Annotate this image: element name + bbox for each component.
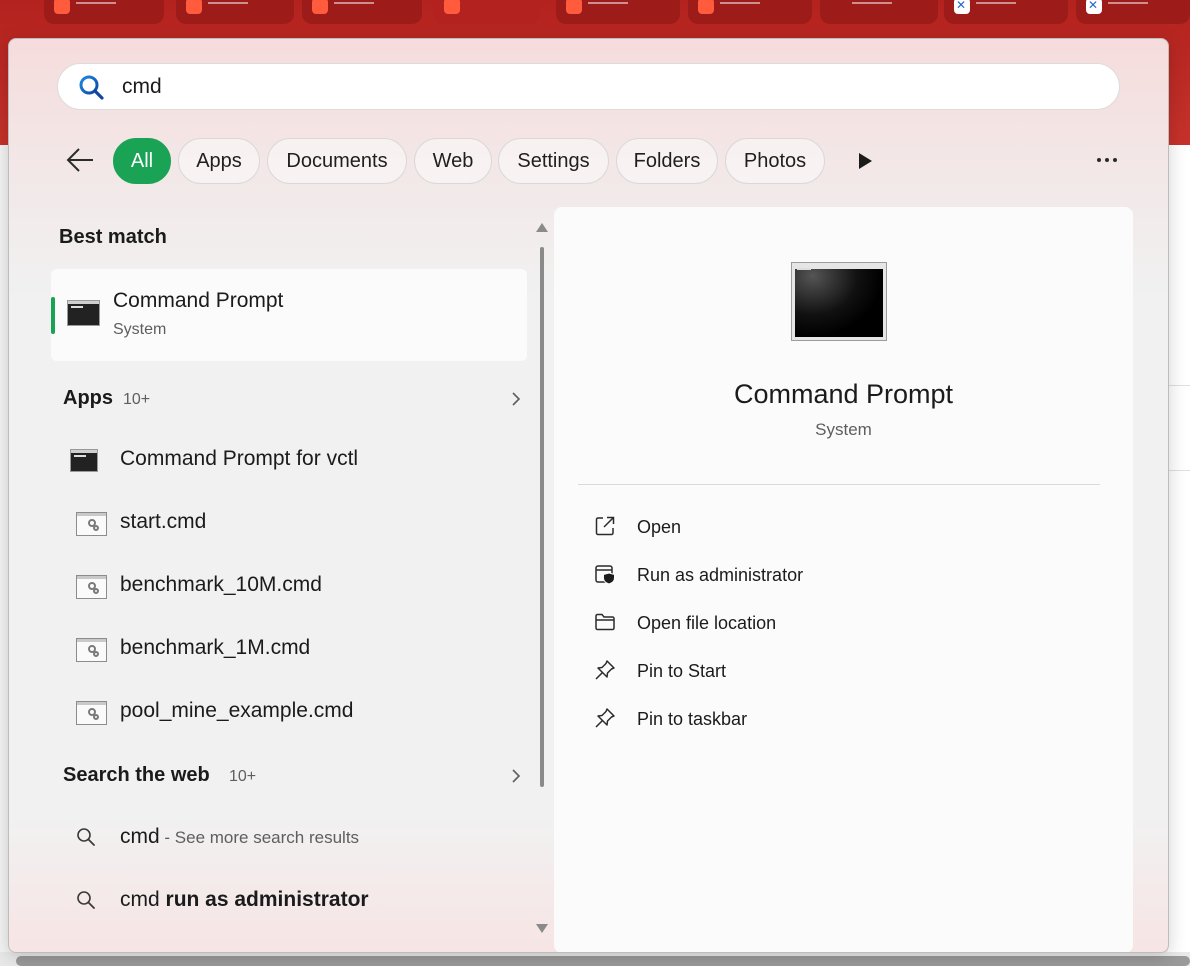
best-match-heading: Best match bbox=[59, 226, 167, 248]
pin-to-taskbar-action[interactable]: Pin to taskbar bbox=[594, 704, 1074, 736]
pin-to-start-action[interactable]: Pin to Start bbox=[594, 656, 1074, 688]
tab-favicon-icon bbox=[698, 0, 714, 14]
batch-file-icon bbox=[76, 575, 107, 599]
chevron-right-icon[interactable] bbox=[511, 768, 521, 784]
scrollbar-thumb[interactable] bbox=[540, 247, 544, 787]
tab-favicon-icon bbox=[186, 0, 202, 14]
search-input[interactable] bbox=[122, 72, 1102, 102]
play-icon[interactable] bbox=[857, 152, 873, 170]
bg-tab bbox=[1076, 0, 1190, 24]
more-icon[interactable] bbox=[1095, 156, 1119, 164]
preview-panel: Command Prompt System Open Run as admini… bbox=[554, 207, 1133, 952]
pin-icon bbox=[595, 708, 615, 728]
divider bbox=[578, 484, 1100, 485]
preview-title: Command Prompt bbox=[733, 379, 954, 409]
background-scrollbar bbox=[0, 952, 1190, 966]
pin-icon bbox=[595, 660, 615, 680]
selection-indicator bbox=[51, 297, 55, 334]
tab-favicon-icon bbox=[954, 0, 970, 14]
web-count: 10+ bbox=[229, 768, 257, 785]
best-match-item[interactable]: Command Prompt System bbox=[51, 269, 527, 361]
preview-subtitle: System bbox=[815, 420, 872, 439]
list-item[interactable]: Command Prompt for vctl bbox=[49, 431, 529, 487]
search-web-heading[interactable]: Search the web bbox=[63, 764, 210, 787]
run-as-admin-action[interactable]: Run as administrator bbox=[594, 560, 1074, 592]
best-match-title: Command Prompt bbox=[113, 289, 284, 312]
bg-tab bbox=[820, 0, 938, 24]
search-box[interactable] bbox=[57, 63, 1120, 110]
bg-tab bbox=[556, 0, 680, 24]
scroll-up-icon[interactable] bbox=[536, 223, 548, 232]
best-match-subtitle: System bbox=[113, 321, 167, 338]
filter-apps[interactable]: Apps bbox=[178, 138, 260, 184]
search-flyout: All Apps Documents Web Settings Folders … bbox=[8, 38, 1169, 953]
scroll-down-icon[interactable] bbox=[536, 924, 548, 933]
batch-file-icon bbox=[76, 701, 107, 725]
command-prompt-icon bbox=[791, 262, 887, 341]
results-scrollbar[interactable] bbox=[536, 223, 548, 933]
tab-favicon-icon bbox=[566, 0, 582, 14]
tab-favicon-icon bbox=[312, 0, 328, 14]
open-action[interactable]: Open bbox=[594, 512, 1074, 544]
back-arrow-icon[interactable] bbox=[65, 146, 97, 174]
web-result-item[interactable]: cmd - See more search results bbox=[49, 809, 529, 865]
tab-favicon-icon bbox=[444, 0, 460, 14]
filter-photos[interactable]: Photos bbox=[725, 138, 825, 184]
search-icon bbox=[79, 75, 104, 100]
shield-icon bbox=[595, 565, 615, 585]
filter-folders[interactable]: Folders bbox=[616, 138, 718, 184]
list-item[interactable]: benchmark_1M.cmd bbox=[49, 620, 529, 676]
results-list: Best match Command Prompt System Apps 10… bbox=[49, 207, 549, 937]
search-icon bbox=[77, 828, 95, 846]
search-icon bbox=[77, 891, 95, 909]
open-external-icon bbox=[595, 516, 615, 536]
batch-file-icon bbox=[76, 638, 107, 662]
filter-settings[interactable]: Settings bbox=[498, 138, 609, 184]
bg-tab bbox=[44, 0, 164, 24]
command-prompt-icon bbox=[67, 300, 100, 326]
list-item[interactable]: pool_mine_example.cmd bbox=[49, 683, 529, 739]
bg-tab bbox=[688, 0, 812, 24]
bg-tab bbox=[944, 0, 1068, 24]
filter-all[interactable]: All bbox=[113, 138, 171, 184]
list-item[interactable]: benchmark_10M.cmd bbox=[49, 557, 529, 613]
bg-tab bbox=[176, 0, 294, 24]
open-file-location-action[interactable]: Open file location bbox=[594, 608, 1074, 640]
tab-favicon-icon bbox=[1086, 0, 1102, 14]
filter-bar: All Apps Documents Web Settings Folders … bbox=[9, 138, 1168, 184]
folder-icon bbox=[595, 613, 615, 631]
background-page bbox=[1168, 145, 1190, 966]
batch-file-icon bbox=[76, 512, 107, 536]
apps-count: 10+ bbox=[123, 391, 151, 408]
chevron-right-icon[interactable] bbox=[511, 391, 521, 407]
list-item[interactable]: start.cmd bbox=[49, 494, 529, 550]
bg-tab bbox=[302, 0, 422, 24]
filter-documents[interactable]: Documents bbox=[267, 138, 407, 184]
filter-web[interactable]: Web bbox=[414, 138, 492, 184]
web-result-item[interactable]: cmd run as administrator bbox=[49, 872, 529, 928]
bg-tab bbox=[434, 0, 540, 24]
apps-heading[interactable]: Apps bbox=[63, 387, 113, 410]
command-prompt-icon bbox=[70, 449, 98, 472]
tab-favicon-icon bbox=[54, 0, 70, 14]
